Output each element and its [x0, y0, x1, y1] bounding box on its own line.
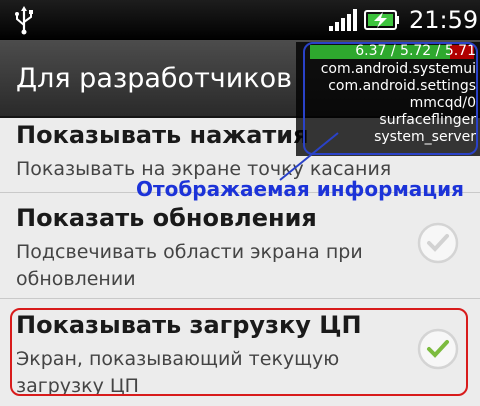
setting-highlight-frame	[10, 308, 468, 396]
setting-title: Показывать нажатия	[16, 121, 309, 149]
status-bar: 21:59	[0, 0, 480, 40]
checkbox-unchecked[interactable]	[416, 221, 460, 265]
page-title: Для разработчиков	[16, 63, 293, 94]
battery-charging-icon	[364, 10, 399, 30]
setting-show-updates[interactable]: Показать обновления Подсвечивать области…	[0, 193, 480, 298]
usb-icon	[15, 6, 33, 35]
annotation-label: Отображаемая информация	[136, 177, 464, 201]
clock: 21:59	[409, 6, 479, 34]
overlay-highlight-frame	[303, 42, 478, 155]
setting-title: Показать обновления	[16, 204, 317, 232]
setting-subtitle: Подсвечивать области экрана при обновлен…	[16, 241, 363, 290]
signal-icon	[329, 9, 357, 31]
